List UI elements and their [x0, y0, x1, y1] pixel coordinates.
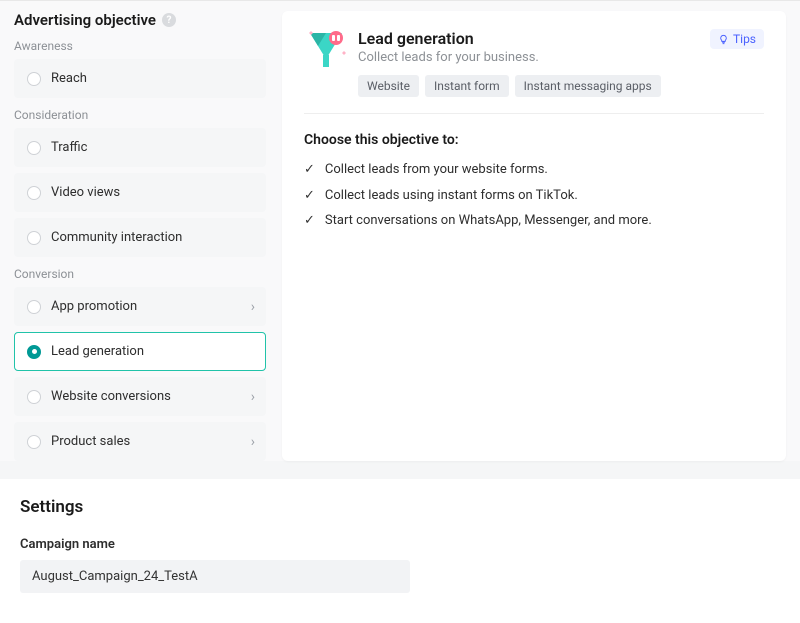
benefit-text: Collect leads using instant forms on Tik… — [325, 188, 578, 203]
objective-option-video-views[interactable]: Video views — [14, 173, 266, 212]
benefit-text: Collect leads from your website forms. — [325, 162, 548, 177]
chevron-right-icon: › — [251, 389, 255, 405]
lightbulb-icon — [718, 34, 729, 45]
detail-tags: Website Instant form Instant messaging a… — [358, 75, 661, 97]
benefit-item: ✓ Collect leads using instant forms on T… — [304, 188, 764, 204]
chevron-right-icon: › — [251, 299, 255, 315]
radio-icon — [27, 231, 41, 245]
detail-subtitle: Collect leads for your business. — [358, 50, 661, 65]
benefit-list: ✓ Collect leads from your website forms.… — [304, 162, 764, 229]
sidebar-title-text: Advertising objective — [14, 11, 156, 29]
benefit-text: Start conversations on WhatsApp, Messeng… — [325, 213, 652, 228]
objective-option-app-promotion[interactable]: App promotion › — [14, 287, 266, 326]
option-label: Website conversions — [51, 389, 171, 404]
detail-title: Lead generation — [358, 29, 661, 48]
benefit-item: ✓ Collect leads from your website forms. — [304, 162, 764, 178]
option-label: Lead generation — [51, 344, 144, 359]
tag-instant-form: Instant form — [425, 75, 509, 97]
settings-title: Settings — [20, 497, 780, 517]
option-label: Product sales — [51, 434, 130, 449]
radio-icon — [27, 300, 41, 314]
option-label: Traffic — [51, 140, 87, 155]
radio-icon — [27, 141, 41, 155]
objective-option-website-conversions[interactable]: Website conversions › — [14, 377, 266, 416]
group-label-conversion: Conversion — [14, 267, 266, 281]
radio-icon — [27, 186, 41, 200]
group-label-consideration: Consideration — [14, 108, 266, 122]
radio-icon — [27, 390, 41, 404]
objective-option-product-sales[interactable]: Product sales › — [14, 422, 266, 461]
tag-instant-messaging: Instant messaging apps — [515, 75, 661, 97]
radio-icon — [27, 435, 41, 449]
objective-option-lead-generation[interactable]: Lead generation — [14, 332, 266, 371]
settings-panel: Settings Campaign name — [0, 479, 800, 623]
option-label: Reach — [51, 71, 87, 86]
help-icon[interactable]: ? — [162, 13, 176, 27]
tag-website: Website — [358, 75, 419, 97]
tips-button[interactable]: Tips — [710, 29, 764, 49]
sidebar-title: Advertising objective ? — [14, 11, 266, 29]
objective-option-traffic[interactable]: Traffic — [14, 128, 266, 167]
campaign-name-label: Campaign name — [20, 537, 780, 552]
radio-icon — [27, 345, 41, 359]
objective-sidebar: Advertising objective ? Awareness Reach … — [14, 11, 266, 461]
group-label-awareness: Awareness — [14, 39, 266, 53]
benefit-item: ✓ Start conversations on WhatsApp, Messe… — [304, 213, 764, 229]
objective-option-reach[interactable]: Reach — [14, 59, 266, 98]
option-label: App promotion — [51, 299, 137, 314]
radio-icon — [27, 72, 41, 86]
check-icon: ✓ — [304, 188, 315, 204]
choose-objective-heading: Choose this objective to: — [304, 132, 764, 148]
objective-option-community-interaction[interactable]: Community interaction — [14, 218, 266, 257]
campaign-name-input[interactable] — [20, 560, 410, 593]
chevron-right-icon: › — [251, 434, 255, 450]
check-icon: ✓ — [304, 213, 315, 229]
option-label: Community interaction — [51, 230, 182, 245]
check-icon: ✓ — [304, 162, 315, 178]
lead-generation-hero-icon — [304, 29, 344, 69]
option-label: Video views — [51, 185, 120, 200]
objective-detail-panel: Lead generation Collect leads for your b… — [282, 11, 786, 461]
tips-label: Tips — [733, 32, 756, 46]
